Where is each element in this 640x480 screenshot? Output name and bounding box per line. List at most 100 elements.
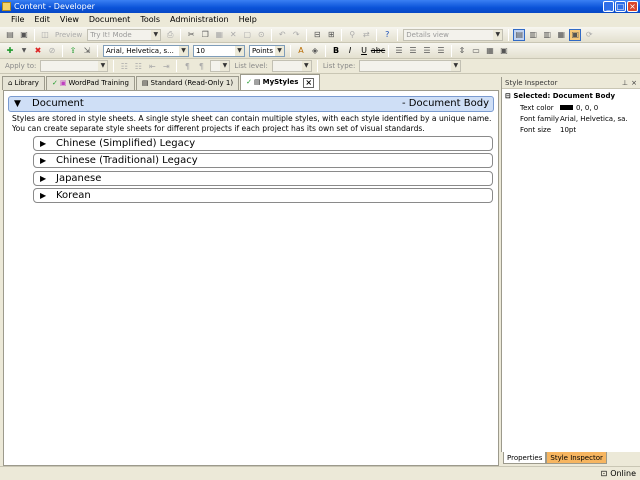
color-swatch bbox=[560, 105, 573, 110]
network-icon: ⊡ bbox=[600, 469, 608, 478]
tab-standard[interactable]: ▤ Standard (Read-Only 1) bbox=[135, 76, 240, 90]
expand-triangle-icon[interactable]: ▶ bbox=[40, 137, 46, 150]
underline-icon[interactable]: U bbox=[358, 45, 370, 57]
new-document-icon[interactable]: ▤ bbox=[4, 29, 16, 41]
list-level-select[interactable]: ▼ bbox=[271, 60, 312, 72]
duplicate-icon[interactable]: ▢ bbox=[241, 29, 253, 41]
redo-icon[interactable]: ↷ bbox=[290, 29, 302, 41]
tab-properties[interactable]: Properties bbox=[503, 452, 547, 464]
save-icon[interactable]: ▣ bbox=[18, 29, 30, 41]
font-family-select[interactable]: Arial, Helvetica, s... ▼ bbox=[103, 44, 189, 57]
align-center-icon[interactable]: ☰ bbox=[407, 45, 419, 57]
layout-grid-icon[interactable]: ▦ bbox=[555, 29, 567, 41]
add-dropdown-icon[interactable]: ▼ bbox=[18, 45, 30, 57]
menu-bar: File Edit View Document Tools Administra… bbox=[0, 13, 640, 27]
sync-icon[interactable]: ⟳ bbox=[583, 29, 595, 41]
para-outdent-icon[interactable]: ¶ bbox=[195, 60, 207, 72]
import-icon[interactable]: ⇪ bbox=[67, 45, 79, 57]
tab-library[interactable]: ⌂ Library bbox=[2, 76, 45, 90]
menu-file[interactable]: File bbox=[6, 13, 29, 27]
para-indent-icon[interactable]: ¶ bbox=[181, 60, 193, 72]
prop-font-size[interactable]: Font size 10pt bbox=[505, 124, 640, 135]
expand-triangle-icon[interactable]: ▶ bbox=[40, 172, 46, 185]
minimize-button[interactable]: _ bbox=[603, 1, 614, 12]
decrease-level-icon[interactable]: ⇤ bbox=[146, 60, 158, 72]
align-left-icon[interactable]: ☰ bbox=[393, 45, 405, 57]
layout-single-icon[interactable]: ▤ bbox=[513, 28, 526, 41]
align-right-icon[interactable]: ☰ bbox=[421, 45, 433, 57]
link-icon[interactable]: ⊙ bbox=[255, 29, 267, 41]
export-icon[interactable]: ⇲ bbox=[81, 45, 93, 57]
maximize-button[interactable]: □ bbox=[615, 1, 626, 12]
close-tab-icon[interactable]: × bbox=[303, 77, 315, 88]
undo-icon[interactable]: ↶ bbox=[276, 29, 288, 41]
number-list-icon[interactable]: ☷ bbox=[132, 60, 144, 72]
border-icon[interactable]: ▭ bbox=[470, 45, 482, 57]
replace-icon[interactable]: ⇄ bbox=[360, 29, 372, 41]
section-chinese-simplified[interactable]: ▶ Chinese (Simplified) Legacy bbox=[33, 136, 493, 151]
outdent-icon[interactable]: ⊟ bbox=[311, 29, 323, 41]
paste-icon[interactable]: ▦ bbox=[213, 29, 225, 41]
indent-icon[interactable]: ⊞ bbox=[325, 29, 337, 41]
menu-administration[interactable]: Administration bbox=[165, 13, 234, 27]
document-heading-bar[interactable]: ▼ Document - Document Body bbox=[8, 96, 494, 112]
panel-toggle-icon[interactable]: ▣ bbox=[569, 28, 582, 41]
prop-font-family[interactable]: Font family Arial, Helvetica, sa... bbox=[505, 113, 640, 124]
layout-split-icon[interactable]: ▥ bbox=[527, 29, 539, 41]
title-bar: Content - Developer _ □ × bbox=[0, 0, 640, 13]
apply-to-label: Apply to: bbox=[5, 62, 37, 70]
document-tabs: ⌂ Library ✓ ▣ WordPad Training ▤ Standard (R… bbox=[0, 74, 500, 90]
document-description[interactable]: Styles are stored in style sheets. A sin… bbox=[12, 114, 492, 134]
close-panel-icon[interactable]: × bbox=[631, 77, 637, 89]
justify-icon[interactable]: ☰ bbox=[435, 45, 447, 57]
font-size-select[interactable]: 10 ▼ bbox=[193, 44, 245, 57]
menu-document[interactable]: Document bbox=[84, 13, 135, 27]
tab-mystyles[interactable]: ✓ ▤ MyStyles × bbox=[240, 74, 321, 90]
text-color-icon[interactable]: A bbox=[295, 45, 307, 57]
menu-edit[interactable]: Edit bbox=[29, 13, 55, 27]
block-icon[interactable]: ⊘ bbox=[46, 45, 58, 57]
section-japanese[interactable]: ▶ Japanese bbox=[33, 171, 493, 186]
strikethrough-icon[interactable]: abc bbox=[371, 45, 385, 57]
bold-icon[interactable]: B bbox=[330, 45, 342, 57]
preview-icon[interactable]: ◫ bbox=[39, 29, 51, 41]
menu-view[interactable]: View bbox=[55, 13, 84, 27]
menu-help[interactable]: Help bbox=[234, 13, 262, 27]
expand-triangle-icon[interactable]: ▶ bbox=[40, 154, 46, 167]
italic-icon[interactable]: I bbox=[344, 45, 356, 57]
apply-to-select[interactable]: ▼ bbox=[40, 60, 109, 72]
collapse-triangle-icon[interactable]: ▼ bbox=[14, 97, 21, 111]
bullet-list-icon[interactable]: ☷ bbox=[118, 60, 130, 72]
level-number-select[interactable]: ▼ bbox=[210, 60, 231, 72]
tab-wordpad-training[interactable]: ✓ ▣ WordPad Training bbox=[45, 76, 135, 90]
frame-icon[interactable]: ▣ bbox=[498, 45, 510, 57]
tab-style-inspector[interactable]: Style Inspector bbox=[546, 452, 607, 464]
preview-button[interactable]: Preview bbox=[55, 31, 82, 39]
cut-icon[interactable]: ✂ bbox=[185, 29, 197, 41]
mode-select[interactable]: Try It! Mode ▼ bbox=[87, 28, 162, 41]
prop-text-color[interactable]: Text color 0, 0, 0 bbox=[505, 102, 640, 113]
font-unit-select[interactable]: Points ▼ bbox=[249, 44, 285, 57]
view-select[interactable]: Details view ▼ bbox=[403, 28, 504, 41]
remove-icon[interactable]: ✖ bbox=[32, 45, 44, 57]
find-icon[interactable]: ⚲ bbox=[346, 29, 358, 41]
list-type-select[interactable]: ▼ bbox=[359, 60, 462, 72]
delete-icon[interactable]: ✕ bbox=[227, 29, 239, 41]
layout-columns-icon[interactable]: ▥ bbox=[541, 29, 553, 41]
section-chinese-traditional[interactable]: ▶ Chinese (Traditional) Legacy bbox=[33, 153, 493, 168]
selected-element: ⊟ Selected: Document Body bbox=[505, 92, 616, 100]
add-icon[interactable]: ✚ bbox=[4, 45, 16, 57]
table-icon[interactable]: ▦ bbox=[484, 45, 496, 57]
status-bar: ⊡ Online bbox=[0, 466, 640, 480]
close-window-button[interactable]: × bbox=[627, 1, 638, 12]
help-icon[interactable]: ? bbox=[381, 29, 393, 41]
menu-tools[interactable]: Tools bbox=[135, 13, 165, 27]
print-icon[interactable]: ⎙ bbox=[164, 29, 176, 41]
expand-triangle-icon[interactable]: ▶ bbox=[40, 189, 46, 202]
highlight-icon[interactable]: ◈ bbox=[309, 45, 321, 57]
pin-icon[interactable]: ⊥ bbox=[622, 77, 628, 89]
line-spacing-icon[interactable]: ⇕ bbox=[456, 45, 468, 57]
copy-icon[interactable]: ❐ bbox=[199, 29, 211, 41]
increase-level-icon[interactable]: ⇥ bbox=[160, 60, 172, 72]
section-korean[interactable]: ▶ Korean bbox=[33, 188, 493, 203]
